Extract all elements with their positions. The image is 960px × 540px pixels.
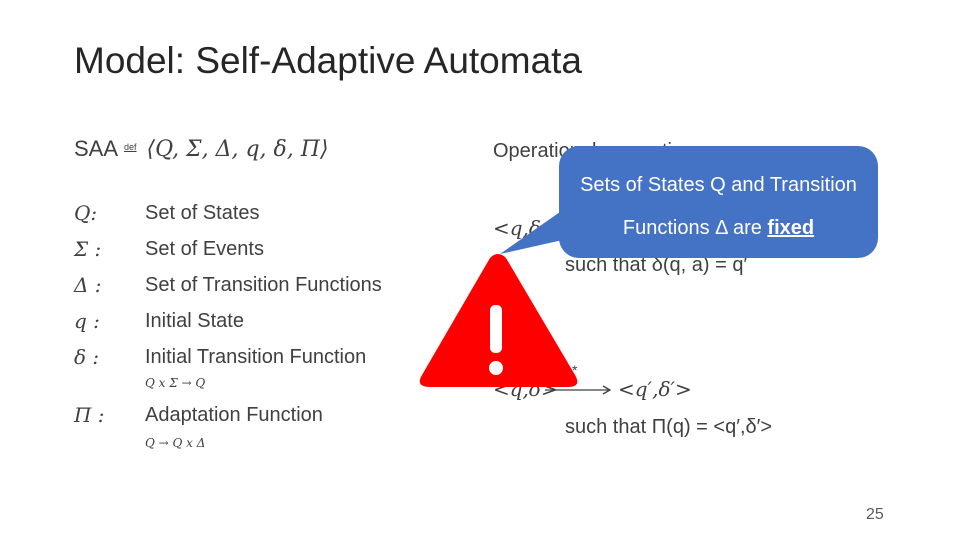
def-tuple: ⟨Q, Σ, Δ, q, δ, Π⟩ [146, 137, 329, 162]
label-initial-transition: Initial Transition Function [145, 346, 367, 368]
label-events: Set of Events [145, 238, 264, 260]
symbol-sigma: Σ : [74, 237, 102, 261]
symbol-delta: δ : [74, 345, 100, 369]
label-initial-state: Initial State [145, 310, 244, 332]
rule2-condition: such that Π(q) = <q′,δ′> [565, 416, 773, 438]
callout-box: Sets of States Q and Transition Function… [559, 146, 878, 258]
label-states: Set of States [145, 202, 260, 224]
label-transitions: Set of Transition Functions [145, 274, 382, 296]
symbol-pi: Π : [74, 403, 105, 427]
def-symbol: def [124, 142, 137, 152]
slide-title: Model: Self-Adaptive Automata [74, 40, 583, 81]
callout-emphasis: fixed [767, 217, 815, 239]
symbol-delta-set: Δ : [74, 273, 102, 297]
def-name: SAA [74, 136, 119, 161]
callout-line2: Functions Δ are [622, 217, 768, 239]
label-adaptation: Adaptation Function [145, 404, 323, 426]
symbol-Q: Q: [74, 201, 98, 225]
symbol-q: q : [74, 309, 100, 333]
page-number: 25 [866, 506, 884, 523]
signature-pi: Q → Q x Δ [145, 436, 206, 450]
exclamation-bar [490, 305, 502, 353]
signature-delta: Q x Σ → Q [145, 376, 206, 390]
callout-line1: Sets of States Q and Transition [580, 174, 857, 196]
exclamation-dot [489, 361, 503, 375]
saa-definition: SAA def ⟨Q, Σ, Δ, q, δ, Π⟩ [74, 136, 329, 162]
